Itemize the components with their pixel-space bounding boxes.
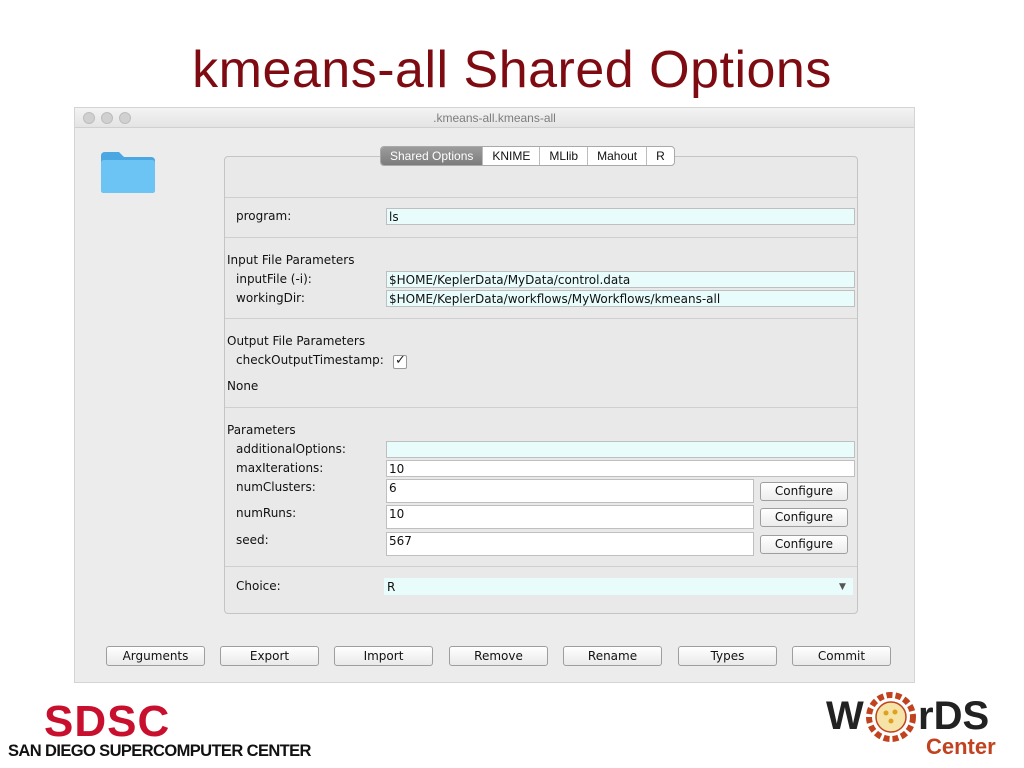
sdsc-wordmark: SDSC <box>44 697 171 746</box>
num-runs-configure-button[interactable]: Configure <box>760 508 848 527</box>
chevron-down-icon[interactable]: ▼ <box>839 582 846 592</box>
num-runs-input[interactable]: 10 <box>386 505 754 529</box>
output-section-heading: Output File Parameters <box>227 334 366 348</box>
max-iterations-input[interactable]: 10 <box>386 460 855 477</box>
divider <box>225 197 857 198</box>
window-title: .kmeans-all.kmeans-all <box>433 111 556 125</box>
commit-button[interactable]: Commit <box>792 646 891 666</box>
words-center-logo: W rDS Center <box>826 690 1020 766</box>
import-button[interactable]: Import <box>334 646 433 666</box>
gear-icon <box>866 692 916 742</box>
choice-select[interactable]: R <box>384 578 853 595</box>
divider <box>225 566 857 567</box>
additional-options-label: additionalOptions: <box>236 442 346 456</box>
working-dir-label: workingDir: <box>236 291 305 305</box>
divider <box>225 318 857 319</box>
slide-title: kmeans-all Shared Options <box>192 41 832 99</box>
num-clusters-configure-button[interactable]: Configure <box>760 482 848 501</box>
additional-options-input[interactable] <box>386 441 855 458</box>
seed-configure-button[interactable]: Configure <box>760 535 848 554</box>
num-runs-label: numRuns: <box>236 506 297 520</box>
check-timestamp-label: checkOutputTimestamp: <box>236 353 384 367</box>
rename-button[interactable]: Rename <box>563 646 662 666</box>
tab-r[interactable]: R <box>647 147 674 165</box>
types-button[interactable]: Types <box>678 646 777 666</box>
tab-bar: Shared Options KNIME MLlib Mahout R <box>380 146 675 166</box>
options-window: .kmeans-all.kmeans-all Shared Options KN… <box>74 107 915 683</box>
seed-input[interactable]: 567 <box>386 532 754 556</box>
input-file-field[interactable]: $HOME/KeplerData/MyData/control.data <box>386 271 855 288</box>
arguments-button[interactable]: Arguments <box>106 646 205 666</box>
program-label: program: <box>236 209 292 223</box>
divider <box>225 237 857 238</box>
words-logo-center: Center <box>926 734 996 759</box>
tab-shared-options[interactable]: Shared Options <box>381 147 484 165</box>
tab-mllib[interactable]: MLlib <box>540 147 589 165</box>
working-dir-field[interactable]: $HOME/KeplerData/workflows/MyWorkflows/k… <box>386 290 855 307</box>
seed-label: seed: <box>236 533 269 547</box>
none-label: None <box>227 379 259 393</box>
check-timestamp-checkbox[interactable]: ✓ <box>393 353 407 369</box>
input-section-heading: Input File Parameters <box>227 253 355 267</box>
checkmark-icon: ✓ <box>395 353 406 368</box>
remove-button[interactable]: Remove <box>449 646 548 666</box>
parameters-section-heading: Parameters <box>227 423 296 437</box>
export-button[interactable]: Export <box>220 646 319 666</box>
num-clusters-input[interactable]: 6 <box>386 479 754 503</box>
program-input[interactable]: ls <box>386 208 855 225</box>
choice-label: Choice: <box>236 579 281 593</box>
sdsc-name: SAN DIEGO SUPERCOMPUTER CENTER <box>8 742 311 760</box>
max-iterations-label: maxIterations: <box>236 461 324 475</box>
window-titlebar: .kmeans-all.kmeans-all <box>75 108 914 128</box>
num-clusters-label: numClusters: <box>236 480 316 494</box>
tab-knime[interactable]: KNIME <box>483 147 541 165</box>
words-logo-w: W <box>826 694 864 738</box>
words-logo-rds: rDS <box>918 694 990 738</box>
tab-mahout[interactable]: Mahout <box>588 147 648 165</box>
sdsc-logo: SDSC SAN DIEGO SUPERCOMPUTER CENTER <box>8 697 311 764</box>
folder-icon <box>101 152 155 193</box>
divider <box>225 407 857 408</box>
input-file-label: inputFile (-i): <box>236 272 312 286</box>
